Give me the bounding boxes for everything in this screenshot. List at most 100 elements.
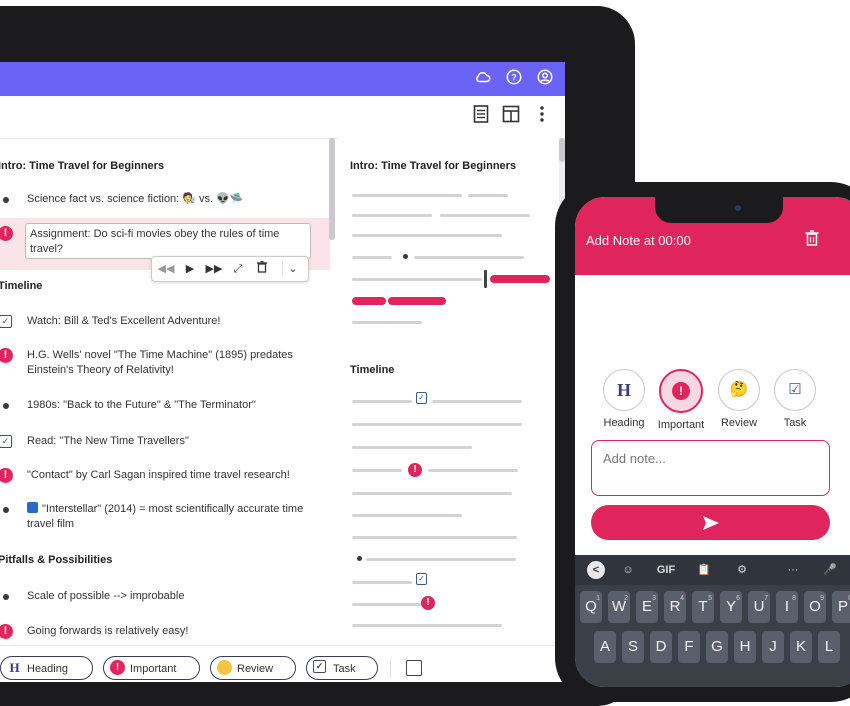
note-input[interactable]: Add note... [591, 440, 830, 496]
overview-line [468, 194, 508, 197]
task-icon: ☑ [774, 369, 816, 411]
help-icon[interactable]: ? [503, 68, 525, 90]
layout-icon[interactable] [500, 105, 522, 127]
settings-icon[interactable]: ⚙ [733, 562, 751, 578]
task-icon: ✓ [416, 573, 427, 585]
section-heading: Intro: Time Travel for Beginners [0, 160, 165, 172]
note-text: Going forwards is relatively easy! [27, 625, 189, 637]
task-icon: ✓ [313, 660, 326, 673]
send-button[interactable] [591, 505, 830, 540]
overview-line [352, 603, 422, 606]
important-chip[interactable]: ! Important [103, 656, 200, 680]
key[interactable]: D [650, 631, 672, 663]
type-review[interactable]: 🤔 Review [709, 369, 769, 429]
chevron-down-icon[interactable]: ⌄ [282, 261, 303, 277]
fast-forward-icon[interactable]: ▶▶ [204, 261, 224, 277]
keyboard-back-icon[interactable]: < [587, 561, 605, 579]
phone-notch [655, 197, 783, 223]
overview-line [440, 214, 530, 217]
type-important[interactable]: ! Important [651, 369, 711, 431]
note-text: H.G. Wells' novel "The Time Machine" (18… [27, 349, 293, 376]
gif-icon[interactable]: GIF [653, 562, 679, 578]
overview-marker [357, 556, 362, 561]
note-type-bar: H Heading ! Important Review ✓ Task [0, 645, 565, 682]
important-icon: ! [0, 226, 14, 242]
task-chip[interactable]: ✓ Task [306, 656, 378, 680]
document-icon[interactable] [470, 105, 492, 127]
key[interactable]: K [790, 631, 812, 663]
key[interactable]: E3 [636, 591, 658, 623]
thinking-face-icon: 🤔 [718, 369, 760, 411]
type-label: Review [720, 417, 758, 429]
expand-icon[interactable]: ⤢ [228, 261, 248, 277]
delete-icon[interactable] [252, 261, 272, 277]
type-heading[interactable]: H Heading [594, 369, 654, 429]
key[interactable]: O9 [804, 591, 826, 623]
sticker-icon[interactable]: ☺ [619, 562, 637, 578]
note-text: 1980s: "Back to the Future" & "The Termi… [27, 399, 256, 411]
review-chip[interactable]: Review [210, 656, 296, 680]
key[interactable]: R4 [664, 591, 686, 623]
overview-line [352, 492, 512, 495]
overview-line [366, 558, 516, 561]
overview-line [352, 469, 402, 472]
overview-line [352, 214, 432, 217]
key[interactable]: T5 [692, 591, 714, 623]
important-icon: ! [408, 463, 422, 477]
playhead-marker[interactable] [484, 270, 487, 288]
clipboard-icon[interactable]: 📋 [695, 562, 713, 578]
key[interactable]: P0 [832, 591, 850, 623]
section-heading: Pitfalls & Possibilities [0, 554, 113, 566]
key[interactable]: U7 [748, 591, 770, 623]
key[interactable]: H [734, 631, 756, 663]
key[interactable]: W2 [608, 591, 630, 623]
section-heading: Timeline [0, 280, 43, 292]
note-edit-field[interactable]: Assignment: Do sci-fi movies obey the ru… [25, 223, 311, 259]
important-icon: ! [0, 624, 14, 640]
trash-icon[interactable] [803, 230, 821, 248]
heading-chip[interactable]: H Heading [0, 656, 93, 680]
notes-scrollbar[interactable] [329, 138, 335, 240]
note-text: "Contact" by Carl Sagan inspired time tr… [27, 469, 290, 481]
key[interactable]: I8 [776, 591, 798, 623]
key[interactable]: F [678, 631, 700, 663]
play-icon[interactable]: ▶ [180, 261, 200, 277]
cloud-icon[interactable] [472, 68, 494, 90]
type-label: Important [657, 419, 705, 431]
type-task[interactable]: ☑ Task [765, 369, 825, 429]
note-type-selector: H Heading ! Important 🤔 Review ☑ Task [575, 369, 850, 439]
overview-line [414, 256, 524, 259]
overview-line [352, 278, 482, 281]
key[interactable]: Q1 [580, 591, 602, 623]
rewind-icon[interactable]: ◀◀ [156, 261, 176, 277]
more-icon[interactable]: ··· [781, 562, 805, 578]
microphone-icon[interactable]: 🎤 [821, 562, 839, 578]
bar-divider [390, 660, 391, 678]
keyboard-toolbar: < ☺ GIF 📋 ⚙ ··· 🎤 [575, 555, 850, 585]
type-label: Heading [603, 417, 645, 429]
image-icon[interactable] [406, 660, 422, 676]
overview-line [352, 256, 392, 259]
notes-list: Intro: Time Travel for Beginners Science… [0, 138, 335, 682]
overview-line [352, 423, 522, 426]
more-icon[interactable] [531, 105, 553, 127]
note-text: Science fact vs. science fiction: 🧑‍🔬 vs… [27, 193, 244, 205]
note-text: "Interstellar" (2014) = most scientifica… [27, 502, 317, 532]
overview-line [352, 624, 502, 627]
task-icon: ✓ [0, 314, 14, 330]
key[interactable]: S [622, 631, 644, 663]
key[interactable]: A [594, 631, 616, 663]
account-icon[interactable] [534, 68, 556, 90]
secondary-toolbar [0, 96, 565, 139]
note-text: Scale of possible --> improbable [27, 590, 185, 602]
phone-screen: Add Note at 00:00 H Heading ! Important … [575, 197, 850, 687]
key[interactable]: L [818, 631, 840, 663]
note-text-body: "Interstellar" (2014) = most scientifica… [27, 503, 304, 530]
key[interactable]: G [706, 631, 728, 663]
overview-highlight [490, 275, 550, 283]
overview-panel: Intro: Time Travel for Beginners Timelin… [338, 138, 565, 682]
key[interactable]: Y6 [720, 591, 742, 623]
key[interactable]: J [762, 631, 784, 663]
app-header: ? [0, 62, 565, 96]
phone-device: Add Note at 00:00 H Heading ! Important … [555, 182, 850, 702]
